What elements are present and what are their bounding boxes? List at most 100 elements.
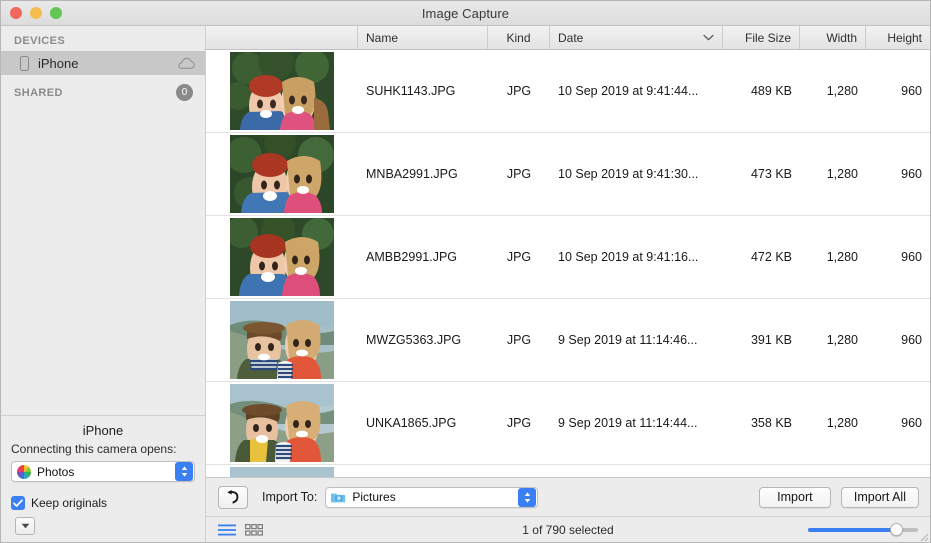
keep-originals-row[interactable]: Keep originals bbox=[11, 496, 195, 510]
row-thumbnail-cell bbox=[206, 135, 358, 213]
device-panel-title: iPhone bbox=[82, 423, 124, 438]
column-header-name-label: Name bbox=[366, 30, 399, 45]
table-row[interactable]: UNKA1865.JPG JPG 9 Sep 2019 at 11:14:44.… bbox=[206, 382, 930, 465]
sidebar-shared-row: SHARED 0 bbox=[1, 75, 205, 105]
row-thumbnail-cell bbox=[206, 467, 358, 477]
thumbnail-size-slider[interactable] bbox=[808, 523, 918, 537]
photo-thumbnail bbox=[230, 218, 334, 296]
keep-originals-checkbox[interactable] bbox=[11, 496, 25, 510]
photos-app-icon bbox=[17, 464, 31, 479]
row-file-size: 473 KB bbox=[750, 167, 792, 181]
row-width: 1,280 bbox=[826, 84, 858, 98]
slider-knob[interactable] bbox=[890, 523, 904, 536]
row-date: 10 Sep 2019 at 9:41:44... bbox=[558, 84, 699, 98]
photo-thumbnail bbox=[230, 135, 334, 213]
column-header-thumbnail[interactable] bbox=[206, 26, 358, 49]
row-name: UNKA1865.JPG bbox=[366, 416, 457, 430]
row-file-size: 358 KB bbox=[750, 416, 792, 430]
iphone-icon bbox=[20, 55, 29, 71]
chevron-updown-icon bbox=[175, 462, 193, 481]
row-kind: JPG bbox=[506, 250, 532, 264]
row-width: 1,280 bbox=[826, 167, 858, 181]
row-kind: JPG bbox=[506, 84, 532, 98]
maximize-button[interactable] bbox=[50, 7, 62, 19]
minimize-button[interactable] bbox=[30, 7, 42, 19]
column-header-file-size[interactable]: File Size bbox=[723, 26, 800, 49]
row-date: 9 Sep 2019 at 11:14:44... bbox=[558, 416, 698, 430]
row-height: 960 bbox=[901, 416, 922, 430]
table-row[interactable]: MNBA2991.JPG JPG 10 Sep 2019 at 9:41:30.… bbox=[206, 133, 930, 216]
row-thumbnail-cell bbox=[206, 218, 358, 296]
column-header-height-label: Height bbox=[887, 30, 922, 45]
triangle-down-icon[interactable] bbox=[15, 517, 35, 535]
table-row[interactable]: MWZG5363.JPG JPG 9 Sep 2019 at 11:14:46.… bbox=[206, 299, 930, 382]
grid-view-icon[interactable] bbox=[245, 523, 263, 536]
row-date: 10 Sep 2019 at 9:41:30... bbox=[558, 167, 699, 181]
shared-count-badge: 0 bbox=[176, 84, 193, 101]
row-file-size: 391 KB bbox=[750, 333, 792, 347]
column-header-date-label: Date bbox=[558, 30, 584, 45]
row-thumbnail-cell bbox=[206, 52, 358, 130]
photo-thumbnail bbox=[230, 467, 334, 477]
close-button[interactable] bbox=[10, 7, 22, 19]
row-kind: JPG bbox=[506, 167, 532, 181]
table-row[interactable]: SUHK1143.JPG JPG 10 Sep 2019 at 9:41:44.… bbox=[206, 50, 930, 133]
import-destination-popup[interactable]: Pictures bbox=[325, 486, 539, 508]
column-header-kind-label: Kind bbox=[506, 30, 531, 45]
row-file-size: 472 KB bbox=[750, 250, 792, 264]
row-width: 1,280 bbox=[826, 416, 858, 430]
row-kind: JPG bbox=[506, 333, 532, 347]
column-header-height[interactable]: Height bbox=[866, 26, 930, 49]
device-panel-subtitle: Connecting this camera opens: bbox=[11, 442, 177, 456]
sidebar-item-label: iPhone bbox=[38, 55, 79, 71]
view-mode-toggle bbox=[218, 523, 263, 536]
status-bar: 1 of 790 selected bbox=[206, 516, 930, 542]
photo-thumbnail bbox=[230, 301, 334, 379]
column-header-width[interactable]: Width bbox=[800, 26, 866, 49]
row-name: SUHK1143.JPG bbox=[366, 84, 456, 98]
connect-app-popup[interactable]: Photos bbox=[11, 461, 195, 482]
row-height: 960 bbox=[901, 167, 922, 181]
column-header-kind[interactable]: Kind bbox=[488, 26, 550, 49]
row-name: MWZG5363.JPG bbox=[366, 333, 462, 347]
main-content: Name Kind Date File Size Width Height SU… bbox=[206, 26, 930, 542]
resize-grip[interactable] bbox=[917, 529, 929, 542]
row-height: 960 bbox=[901, 333, 922, 347]
table-row[interactable]: AMBB2991.JPG JPG 10 Sep 2019 at 9:41:16.… bbox=[206, 216, 930, 299]
rotate-left-icon[interactable] bbox=[218, 485, 248, 509]
chevron-down-icon bbox=[703, 34, 714, 41]
import-toolbar: Import To: Pictures Import Import All bbox=[206, 477, 930, 516]
sidebar-header-shared: SHARED bbox=[14, 86, 63, 99]
window-body: DEVICES iPhone SHARED 0 iPhone Connectin… bbox=[1, 26, 930, 542]
column-header-file-size-label: File Size bbox=[744, 30, 791, 45]
sidebar-header-devices: DEVICES bbox=[14, 35, 66, 47]
pictures-folder-icon bbox=[331, 491, 346, 503]
chevron-updown-icon bbox=[518, 487, 537, 507]
table-row[interactable] bbox=[206, 465, 930, 477]
traffic-lights bbox=[1, 7, 62, 19]
row-height: 960 bbox=[901, 84, 922, 98]
row-kind: JPG bbox=[506, 416, 532, 430]
device-settings-panel: iPhone Connecting this camera opens: Pho… bbox=[1, 415, 205, 542]
row-width: 1,280 bbox=[826, 250, 858, 264]
row-height: 960 bbox=[901, 250, 922, 264]
photo-thumbnail bbox=[230, 384, 334, 462]
sidebar: DEVICES iPhone SHARED 0 iPhone Connectin… bbox=[1, 26, 206, 542]
list-view-icon[interactable] bbox=[218, 524, 236, 536]
column-header-width-label: Width bbox=[826, 30, 857, 45]
image-capture-window: Image Capture DEVICES iPhone SHARED 0 iP… bbox=[0, 0, 931, 543]
sidebar-item-iphone[interactable]: iPhone bbox=[1, 51, 205, 75]
keep-originals-label: Keep originals bbox=[31, 496, 108, 510]
photo-thumbnail bbox=[230, 52, 334, 130]
column-header-date[interactable]: Date bbox=[550, 26, 723, 49]
column-header-name[interactable]: Name bbox=[358, 26, 488, 49]
row-width: 1,280 bbox=[826, 333, 858, 347]
row-date: 10 Sep 2019 at 9:41:16... bbox=[558, 250, 699, 264]
title-bar: Image Capture bbox=[1, 1, 930, 26]
import-all-button[interactable]: Import All bbox=[840, 486, 919, 508]
import-button[interactable]: Import bbox=[758, 486, 831, 508]
row-thumbnail-cell bbox=[206, 384, 358, 462]
slider-fill bbox=[808, 527, 897, 532]
photo-list[interactable]: SUHK1143.JPG JPG 10 Sep 2019 at 9:41:44.… bbox=[206, 50, 930, 477]
